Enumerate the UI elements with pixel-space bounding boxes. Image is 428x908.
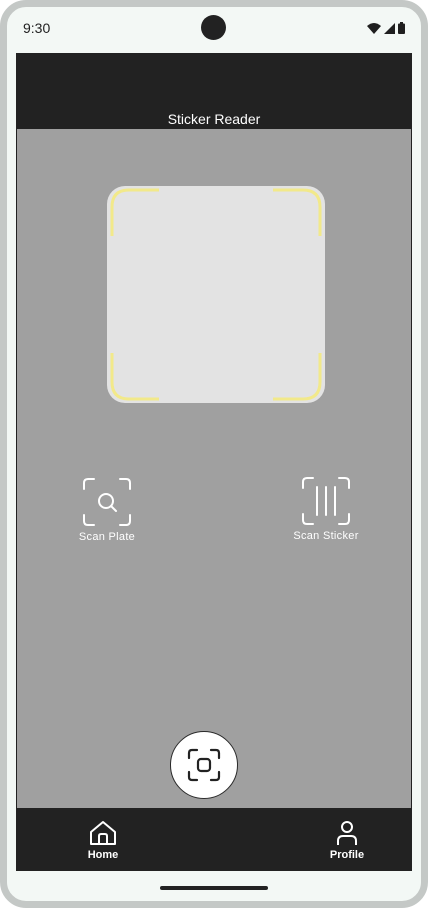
device-frame: 9:30 Sticker Reader Scan Plate Scan Stic… [0, 0, 428, 908]
scan-search-icon [83, 478, 131, 526]
camera-scan-button[interactable] [170, 731, 238, 799]
status-icons [367, 21, 405, 35]
front-camera [201, 15, 226, 40]
nav-item-home[interactable]: Home [63, 820, 143, 861]
nav-item-profile[interactable]: Profile [307, 820, 387, 861]
viewfinder-corners [110, 188, 322, 401]
scan-barcode-icon [302, 477, 350, 525]
battery-icon [398, 22, 405, 34]
status-time: 9:30 [23, 20, 51, 36]
page-title: Sticker Reader [167, 111, 261, 127]
signal-icon [384, 22, 395, 34]
wifi-icon [367, 22, 381, 34]
app-bar: Sticker Reader [17, 53, 411, 129]
nav-home-label: Home [87, 849, 119, 861]
status-bar: 9:30 [7, 7, 421, 53]
person-icon [337, 821, 357, 845]
scan-sticker-button[interactable]: Scan Sticker [266, 476, 386, 542]
scan-viewfinder [107, 186, 325, 403]
scan-plate-label: Scan Plate [78, 531, 136, 543]
gesture-bar[interactable] [160, 886, 268, 890]
scan-sticker-label: Scan Sticker [293, 530, 359, 542]
nav-profile-label: Profile [329, 849, 365, 861]
bottom-navigation: Home Profile [17, 808, 411, 871]
scan-plate-button[interactable]: Scan Plate [47, 477, 167, 543]
camera-scan-icon [187, 748, 221, 782]
home-icon [90, 821, 116, 845]
